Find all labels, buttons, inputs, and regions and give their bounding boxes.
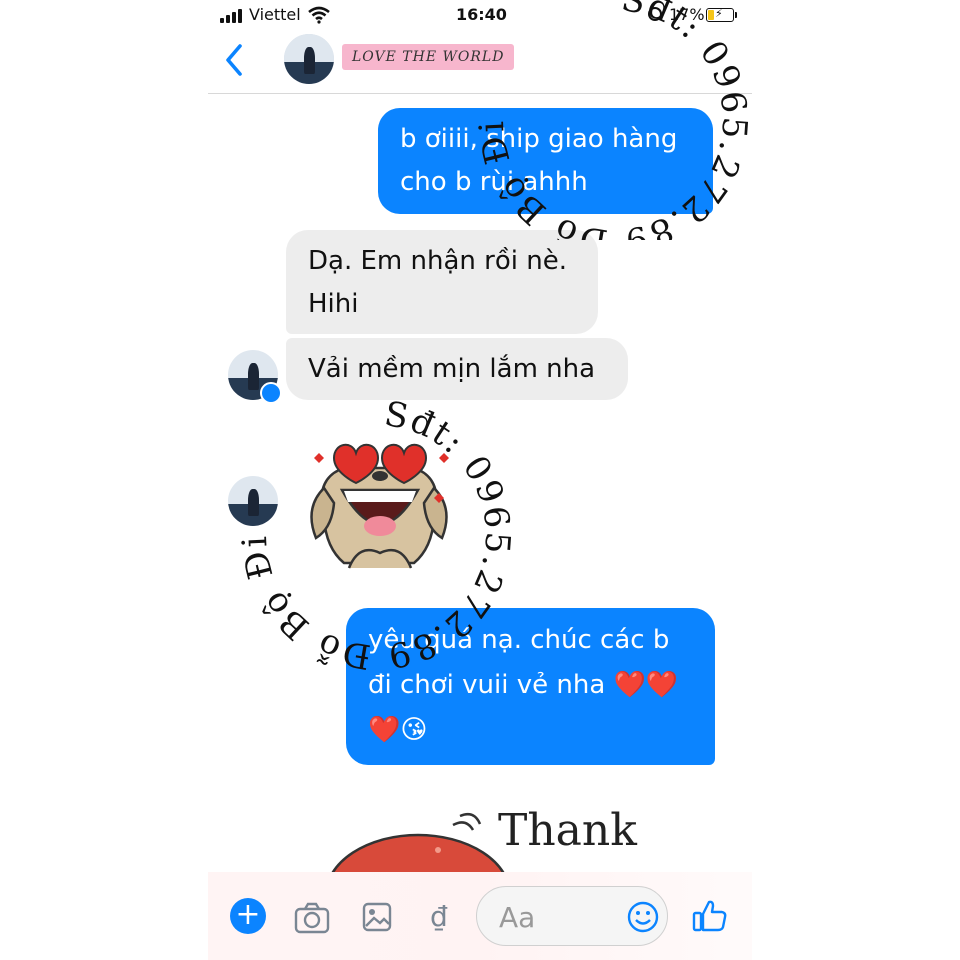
message-line: Vải mềm mịn lắm nha: [308, 354, 596, 384]
message-input-field[interactable]: [476, 886, 668, 946]
contact-avatar[interactable]: [284, 34, 334, 84]
thumbs-up-like-button[interactable]: [692, 898, 728, 934]
battery-percent: 17%: [669, 5, 705, 24]
wifi-icon: [308, 6, 330, 24]
conversation-header: LOVE THE WORLD: [208, 30, 752, 94]
photo-gallery-icon[interactable]: [362, 902, 392, 932]
incoming-message[interactable]: Vải mềm mịn lắm nha: [286, 338, 628, 400]
emoji-icon[interactable]: [627, 901, 659, 933]
status-bar: Viettel 16:40 17% ⚡: [208, 0, 752, 30]
battery-icon: ⚡: [706, 7, 734, 22]
clock: 16:40: [456, 5, 507, 24]
message-input[interactable]: [497, 897, 611, 937]
incoming-message[interactable]: Dạ. Em nhận rồi nè. Hihi: [286, 230, 598, 334]
payment-icon[interactable]: ₫: [430, 900, 448, 933]
camera-icon[interactable]: [294, 902, 330, 934]
carrier-name: Viettel: [249, 5, 301, 24]
heart-eyes-dog-sticker[interactable]: [304, 418, 454, 588]
more-actions-button[interactable]: +: [230, 898, 266, 934]
outgoing-message[interactable]: b ơiiii, ship giao hàng cho b rùi ahhh: [378, 108, 713, 214]
thank-text: Thank: [498, 805, 637, 856]
message-line: cho b rùi ahhh: [400, 167, 588, 197]
message-line: Hihi: [308, 289, 359, 319]
message-line: yêu quá nạ. chúc các b: [368, 625, 670, 655]
message-line: ❤️😘: [368, 715, 428, 745]
message-line: đi chơi vuii vẻ nha ❤️❤️: [368, 670, 679, 700]
messenger-screen: Viettel 16:40 17% ⚡ LOVE THE WORLD b ơii…: [208, 0, 752, 960]
sender-avatar[interactable]: [228, 476, 278, 526]
contact-name[interactable]: LOVE THE WORLD: [342, 44, 515, 70]
orientation-lock-icon: [648, 7, 662, 21]
battery-tip: [735, 12, 737, 18]
message-line: b ơiiii, ship giao hàng: [400, 124, 678, 154]
message-line: Dạ. Em nhận rồi nè.: [308, 246, 567, 276]
outgoing-message[interactable]: yêu quá nạ. chúc các b đi chơi vuii vẻ n…: [346, 608, 715, 765]
back-chevron-icon[interactable]: [218, 40, 250, 80]
messenger-badge-icon: [260, 382, 282, 404]
signal-icon: [220, 9, 244, 23]
